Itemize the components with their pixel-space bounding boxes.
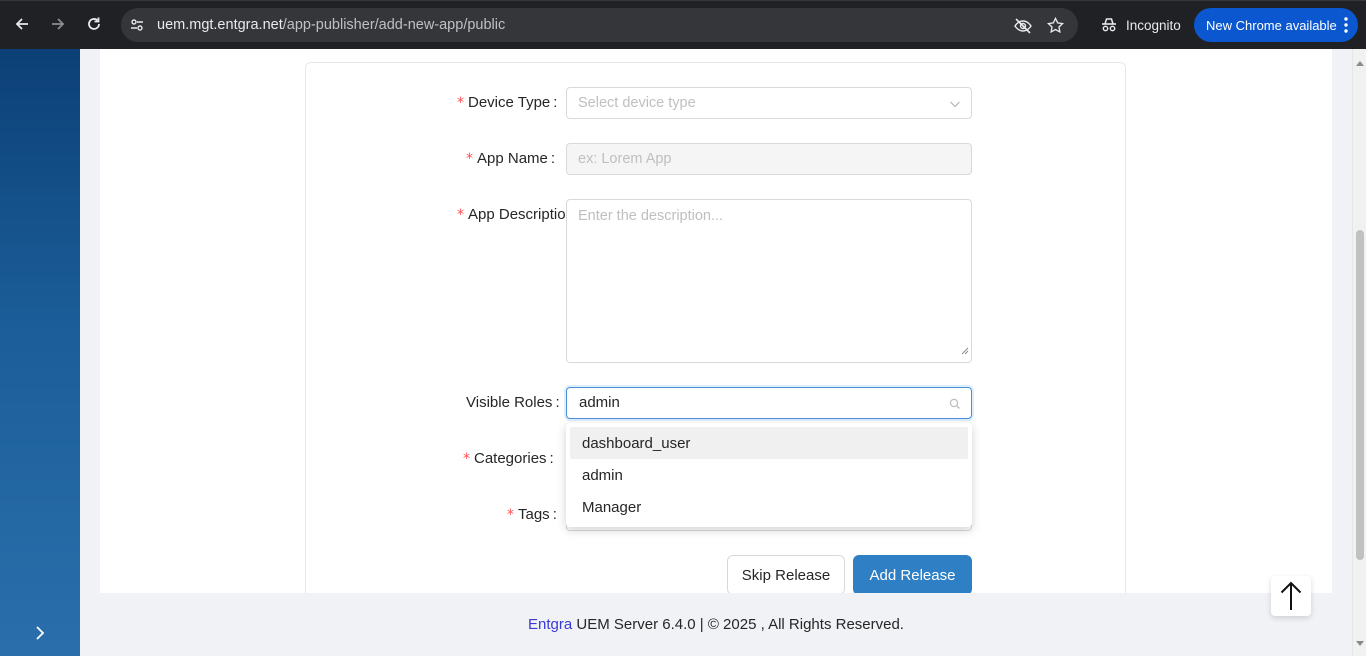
incognito-indicator[interactable]: Incognito xyxy=(1090,8,1188,42)
label-colon: : xyxy=(555,394,560,411)
reload-icon xyxy=(88,17,100,30)
scroll-down-arrow-icon[interactable] xyxy=(1356,634,1364,652)
url-path: /app-publisher/add-new-app/public xyxy=(282,17,506,33)
address-bar[interactable]: uem.mgt.entgra.net/app-publisher/add-new… xyxy=(121,8,1078,42)
new-chrome-available-button[interactable]: New Chrome available xyxy=(1194,8,1358,42)
chevron-right-icon xyxy=(36,626,45,640)
label-colon: : xyxy=(552,506,557,523)
visible-roles-search-text[interactable]: admin xyxy=(579,394,620,411)
required-marker: * xyxy=(457,207,464,223)
bookmark-star-icon[interactable] xyxy=(1046,16,1065,39)
scroll-up-arrow-icon[interactable] xyxy=(1356,53,1364,71)
device-type-select[interactable]: Select device type xyxy=(566,87,972,119)
device-type-label-text: Device Type xyxy=(468,94,551,111)
footer-text: Entgra UEM Server 6.4.0 | © 2025 , All R… xyxy=(80,616,1352,633)
update-label: New Chrome available xyxy=(1206,17,1337,33)
back-to-top-button[interactable] xyxy=(1271,576,1311,616)
url-host: uem.mgt.entgra.net xyxy=(157,17,283,33)
add-release-button[interactable]: Add Release xyxy=(853,555,972,595)
required-marker: * xyxy=(457,95,464,111)
categories-label-text: Categories xyxy=(474,450,547,467)
app-description-label: *App Description: xyxy=(440,206,568,228)
page-scrollbar[interactable] xyxy=(1352,49,1366,656)
app-description-label-text: App Description xyxy=(468,206,568,223)
skip-release-button[interactable]: Skip Release xyxy=(727,555,845,595)
site-info-icon[interactable] xyxy=(129,17,145,38)
app-description-textarea[interactable]: Enter the description... xyxy=(566,199,972,363)
footer: Entgra UEM Server 6.4.0 | © 2025 , All R… xyxy=(80,593,1352,656)
role-option-manager[interactable]: Manager xyxy=(570,491,968,523)
app-viewport: * Device Type: Select device type * App Na… xyxy=(0,49,1366,656)
categories-label: * Categories: xyxy=(463,450,554,467)
app-name-label: * App Name: xyxy=(466,150,555,167)
label-colon: : xyxy=(553,94,558,111)
footer-copyright: UEM Server 6.4.0 | © 2025 , All Rights R… xyxy=(572,616,904,633)
back-button[interactable] xyxy=(10,12,34,36)
required-marker: * xyxy=(463,451,470,467)
visible-roles-dropdown: dashboard_user admin Manager xyxy=(566,423,972,527)
tabstrip-edge xyxy=(0,0,1366,1)
app-name-placeholder: ex: Lorem App xyxy=(578,151,672,167)
label-colon: : xyxy=(549,450,554,467)
arrow-up-icon xyxy=(1280,581,1302,610)
role-option-admin[interactable]: admin xyxy=(570,459,968,491)
incognito-icon xyxy=(1102,18,1116,32)
tags-label: * Tags: xyxy=(507,506,557,523)
device-type-label: * Device Type: xyxy=(457,94,557,111)
app-name-input[interactable]: ex: Lorem App xyxy=(566,143,972,175)
sidebar-expand-button[interactable] xyxy=(30,623,50,643)
visible-roles-label: Visible Roles: xyxy=(466,394,560,411)
reload-button[interactable] xyxy=(82,12,106,36)
sidebar xyxy=(0,49,80,656)
visible-roles-select[interactable]: admin xyxy=(566,387,972,419)
visible-roles-label-text: Visible Roles xyxy=(466,394,553,411)
device-type-placeholder: Select device type xyxy=(578,95,696,111)
app-name-label-text: App Name xyxy=(477,150,548,167)
browser-toolbar: uem.mgt.entgra.net/app-publisher/add-new… xyxy=(0,0,1366,49)
required-marker: * xyxy=(466,151,473,167)
search-icon xyxy=(949,397,961,415)
role-option-dashboard-user[interactable]: dashboard_user xyxy=(570,427,968,459)
forward-arrow-icon xyxy=(52,18,65,30)
eye-off-icon[interactable] xyxy=(1014,17,1032,40)
label-colon: : xyxy=(550,150,556,167)
back-arrow-icon xyxy=(15,18,28,30)
app-description-placeholder: Enter the description... xyxy=(578,208,724,224)
incognito-label: Incognito xyxy=(1126,17,1181,33)
chevron-down-icon xyxy=(949,97,961,115)
required-marker: * xyxy=(507,507,514,523)
tags-label-text: Tags xyxy=(518,506,550,523)
url-text: uem.mgt.entgra.net/app-publisher/add-new… xyxy=(157,17,505,33)
forward-button[interactable] xyxy=(46,12,70,36)
kebab-menu-icon[interactable] xyxy=(1344,17,1348,36)
footer-brand-link[interactable]: Entgra xyxy=(528,616,572,633)
scrollbar-thumb[interactable] xyxy=(1356,230,1364,560)
resize-grip-icon[interactable] xyxy=(961,342,969,360)
